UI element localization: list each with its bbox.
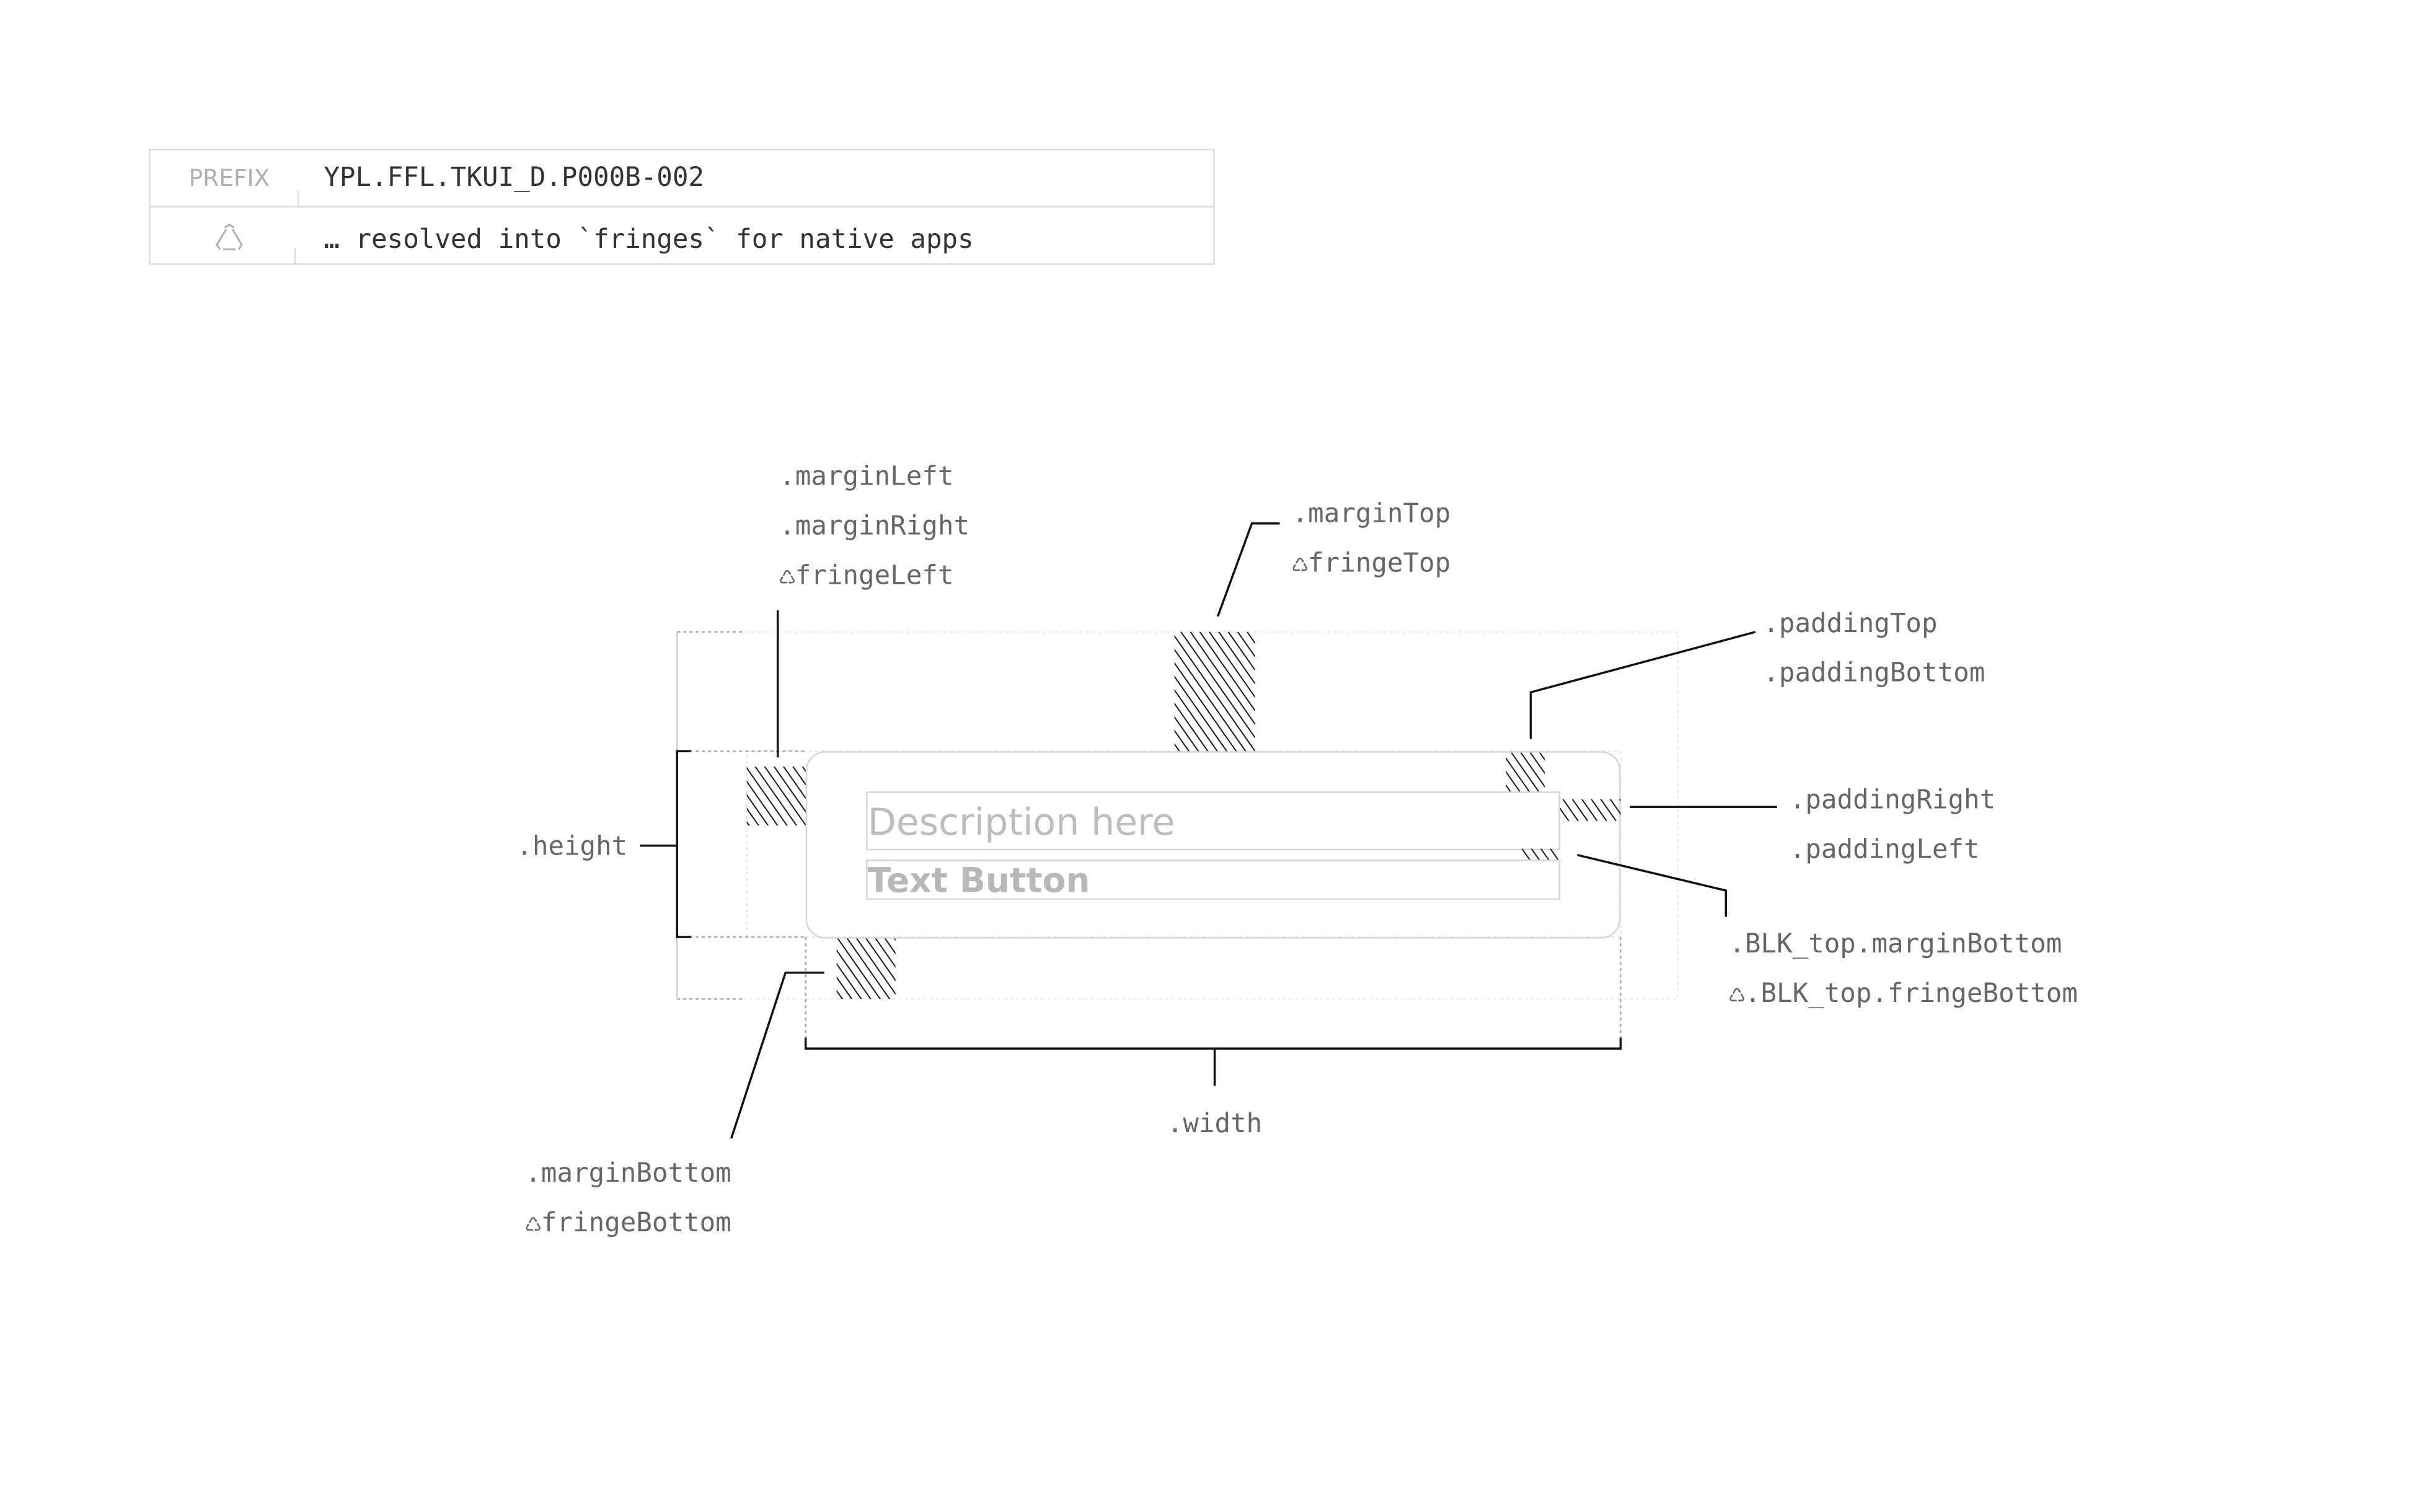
leader-lines — [640, 522, 1777, 1139]
prefix-value: YPL.FFL.TKUI_D.P000B-002 — [324, 162, 704, 193]
label-margin-top: .marginTop — [1292, 498, 1451, 529]
prefix-label: PREFIX — [189, 164, 270, 191]
spec-sheet: PREFIX YPL.FFL.TKUI_D.P000B-002 … resolv… — [0, 0, 2420, 1511]
note-text: … resolved into `fringes` for native app… — [324, 224, 973, 255]
label-padding-left: .paddingLeft — [1790, 835, 1980, 865]
label-blk-fringe-bottom: ♺.BLK_top.fringeBottom — [1729, 978, 2078, 1009]
leader-margin-top — [1216, 522, 1280, 617]
label-blk-margin-bottom: .BLK_top.marginBottom — [1729, 929, 2062, 959]
label-fringe-left: ♺fringeLeft — [779, 560, 953, 591]
label-width: .width — [1167, 1109, 1262, 1139]
hatch-margin-top — [1174, 631, 1255, 752]
leader-padding-top — [1529, 631, 1756, 739]
label-margin-right: .marginRight — [779, 511, 969, 541]
hatch-padding-top — [1506, 752, 1545, 792]
height-bracket — [640, 750, 691, 938]
label-padding-right: .paddingRight — [1790, 785, 1995, 815]
description-placeholder: Description here — [868, 801, 1175, 844]
leader-margin-bottom — [730, 971, 824, 1139]
leader-blk — [1576, 853, 1728, 917]
hatch-margin-left — [746, 767, 806, 826]
hatch-margin-bottom — [836, 938, 896, 1000]
spec-diagram-canvas: PREFIX YPL.FFL.TKUI_D.P000B-002 … resolv… — [148, 148, 2078, 1238]
label-margin-bottom: .marginBottom — [525, 1158, 731, 1189]
hatch-blk-margin-bottom — [1521, 848, 1559, 860]
hatch-padding-right — [1560, 799, 1621, 821]
label-height: .height — [516, 832, 627, 862]
header-table: PREFIX YPL.FFL.TKUI_D.P000B-002 … resolv… — [148, 148, 1215, 265]
width-bracket — [804, 1037, 1622, 1086]
label-fringe-bottom: ♺fringeBottom — [525, 1208, 731, 1238]
component-box: Description here Text Button — [805, 751, 1621, 939]
label-padding-top: .paddingTop — [1763, 609, 1937, 639]
recycle-outline-icon — [216, 223, 243, 250]
label-padding-bottom: .paddingBottom — [1763, 658, 1985, 688]
label-fringe-top: ♺fringeTop — [1292, 548, 1451, 578]
text-button: Text Button — [868, 861, 1090, 900]
label-margin-left: .marginLeft — [779, 461, 953, 491]
